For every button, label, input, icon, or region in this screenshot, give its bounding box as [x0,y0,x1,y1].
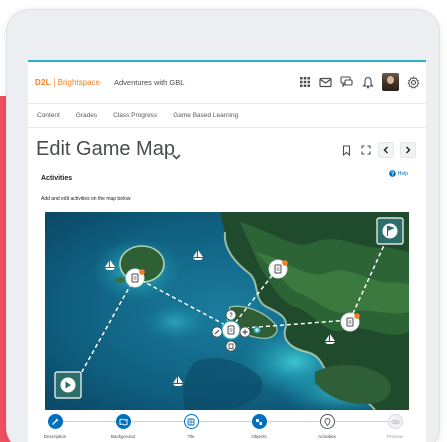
wizard-steps: Description Background Tile Objects Acti… [28,414,426,442]
pencil-icon [47,414,63,429]
mail-icon[interactable] [319,76,332,89]
page-title: Edit Game Map [36,138,175,160]
gear-icon[interactable] [407,75,420,89]
course-name[interactable]: Adventures with GBL [114,78,184,87]
step-label: Objects [251,434,267,439]
nav-item-content[interactable]: Content [37,112,60,119]
step-objects[interactable]: Objects [234,414,284,439]
section-heading-activities: Activities [41,175,73,182]
chat-icon[interactable] [340,76,353,89]
svg-text:?: ? [229,313,233,319]
finish-node[interactable] [376,217,404,245]
instructions-text: Add and edit activities on the map below [41,196,131,202]
node-add-button[interactable] [239,326,251,338]
next-button[interactable] [400,142,416,158]
game-map[interactable]: ? [45,212,409,410]
help-label: Help [397,170,408,177]
chevron-left-icon [383,141,389,159]
title-row: Edit Game Map [28,134,426,164]
step-label: Preview [386,434,403,439]
eye-icon [387,414,403,429]
course-nav: Content Grades Class Progress Game Based… [28,104,426,128]
islet [115,277,125,283]
avatar[interactable] [382,73,399,91]
bell-icon[interactable] [361,76,374,89]
stage: D2L Brightspace Adventures with GBL Cont… [0,0,447,442]
top-icons [298,73,420,91]
activity-node[interactable] [125,268,145,288]
brand-separator [53,78,55,87]
nav-item-grades[interactable]: Grades [76,112,97,119]
step-label: Background [110,434,136,439]
activity-node[interactable] [268,259,288,279]
pin-icon [319,414,335,429]
node-delete-button[interactable] [225,340,237,352]
previous-button[interactable] [378,142,394,158]
tile-icon [183,414,199,429]
help-icon: ? [388,170,396,177]
shallow-water [145,304,205,340]
map-icon [115,414,131,429]
start-node[interactable] [54,371,82,399]
node-help-button[interactable]: ? [225,309,237,321]
step-preview[interactable]: Preview [370,414,420,439]
brand-logo-name[interactable]: Brightspace [58,78,100,87]
selected-activity-node[interactable] [221,320,241,340]
brand-logo-d2l[interactable]: D2L [35,78,51,87]
app-screen: D2L Brightspace Adventures with GBL Cont… [28,60,426,442]
step-label: Description [43,434,67,439]
step-background[interactable]: Background [98,414,148,439]
step-activities[interactable]: Activities [302,414,352,439]
bookmark-icon[interactable] [340,144,353,157]
nav-item-game-based-learning[interactable]: Game Based Learning [173,112,238,119]
step-description[interactable]: Description [30,414,80,439]
fullscreen-icon[interactable] [359,144,372,157]
node-edit-button[interactable] [211,326,223,338]
activity-node[interactable] [340,312,360,332]
objects-icon [251,414,267,429]
step-label: Tile [187,434,195,439]
top-bar: D2L Brightspace Adventures with GBL [28,62,426,104]
chevron-right-icon [405,141,411,159]
chevron-down-icon[interactable] [172,147,181,165]
step-label: Activities [318,434,336,439]
nav-item-class-progress[interactable]: Class Progress [113,112,157,119]
title-actions [340,142,416,158]
step-tile[interactable]: Tile [166,414,216,439]
grid-icon[interactable] [298,76,311,89]
help-link[interactable]: ? Help [388,170,408,177]
node-move-handle[interactable] [253,326,261,334]
